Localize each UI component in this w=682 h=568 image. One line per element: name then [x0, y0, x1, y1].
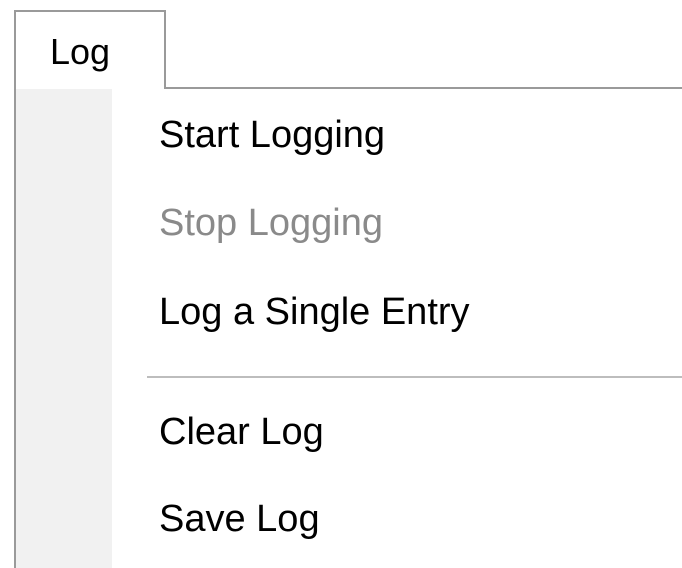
menu-title-log[interactable]: Log: [14, 10, 166, 89]
menu-icon-gutter: [16, 89, 112, 568]
menu-title-label: Log: [50, 31, 111, 72]
log-dropdown-menu: Start Logging Stop Logging Log a Single …: [14, 87, 682, 568]
menu-item-save-log[interactable]: Save Log: [112, 479, 682, 559]
menu-item-label: Stop Logging: [159, 202, 383, 244]
menu-item-label: Log a Single Entry: [159, 291, 470, 333]
menu-item-label: Start Logging: [159, 114, 386, 156]
menu-separator: [147, 376, 682, 378]
menu-item-start-logging[interactable]: Start Logging: [112, 95, 682, 175]
menu-item-label: Clear Log: [159, 411, 324, 453]
menu-item-stop-logging: Stop Logging: [112, 183, 682, 263]
menu-item-clear-log[interactable]: Clear Log: [112, 392, 682, 472]
menu-item-log-single-entry[interactable]: Log a Single Entry: [112, 272, 682, 352]
menu-item-label: Save Log: [159, 498, 320, 540]
